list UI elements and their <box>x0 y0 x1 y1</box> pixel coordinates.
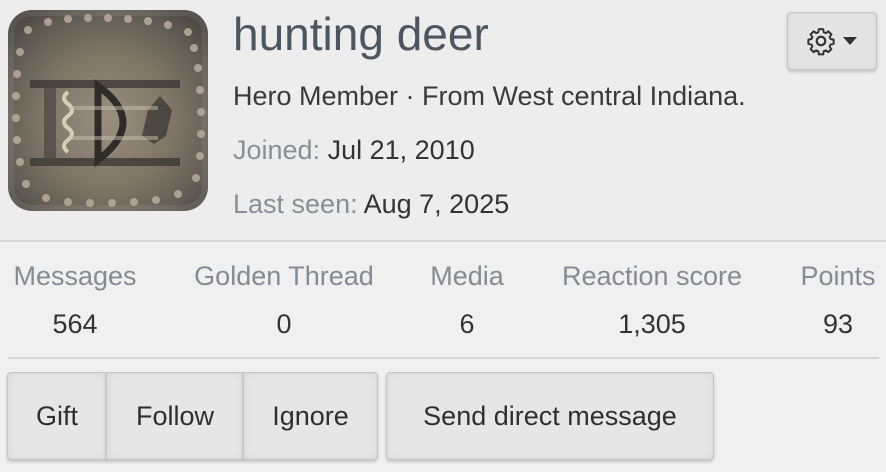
last-seen-label: Last seen: <box>233 189 358 219</box>
stat-label: Points <box>800 261 876 291</box>
joined-date: Jul 21, 2010 <box>327 135 475 165</box>
last-seen-row: Last seen: Aug 7, 2025 <box>233 186 509 222</box>
separator: · <box>398 81 423 111</box>
joined-row: Joined: Jul 21, 2010 <box>233 132 475 168</box>
member-location: West central Indiana. <box>492 81 746 111</box>
stat-label: Media <box>430 261 504 291</box>
last-seen-date[interactable]: Aug 7, 2025 <box>364 189 510 219</box>
gift-button[interactable]: Gift <box>7 372 107 460</box>
stat-label: Reaction score <box>561 261 743 291</box>
ignore-button[interactable]: Ignore <box>243 372 378 460</box>
avatar[interactable] <box>8 10 208 211</box>
joined-label: Joined: <box>233 135 321 165</box>
member-stats: Messages 564 Golden Thread 0 Media 6 Rea… <box>0 256 886 346</box>
location-prefix: From <box>422 81 493 111</box>
username: hunting deer <box>233 8 489 60</box>
divider <box>8 357 879 359</box>
follow-button[interactable]: Follow <box>106 372 244 460</box>
stat-label: Golden Thread <box>194 261 374 291</box>
settings-menu-button[interactable] <box>787 12 877 70</box>
send-direct-message-button[interactable]: Send direct message <box>386 372 714 460</box>
stat-value[interactable]: 1,305 <box>554 304 750 344</box>
stat-value[interactable]: 93 <box>796 304 880 344</box>
stat-media[interactable]: Media 6 <box>426 256 508 344</box>
gear-icon <box>807 28 835 56</box>
stat-points[interactable]: Points 93 <box>796 256 880 344</box>
stat-value: 0 <box>276 309 292 339</box>
profile-header: hunting deer Hero Member · From West cen… <box>0 0 886 242</box>
stat-value[interactable]: 564 <box>8 304 142 344</box>
stat-label: Messages <box>13 261 137 291</box>
member-info: Hero Member · From West central Indiana. <box>233 78 746 114</box>
stat-reaction-score[interactable]: Reaction score 1,305 <box>554 256 750 344</box>
stat-messages[interactable]: Messages 564 <box>8 256 142 344</box>
caret-down-icon <box>843 37 857 45</box>
stat-golden-thread: Golden Thread 0 <box>188 256 380 344</box>
stat-value[interactable]: 6 <box>426 304 508 344</box>
member-role: Hero Member <box>233 81 399 111</box>
coin-avatar-icon <box>12 14 205 207</box>
